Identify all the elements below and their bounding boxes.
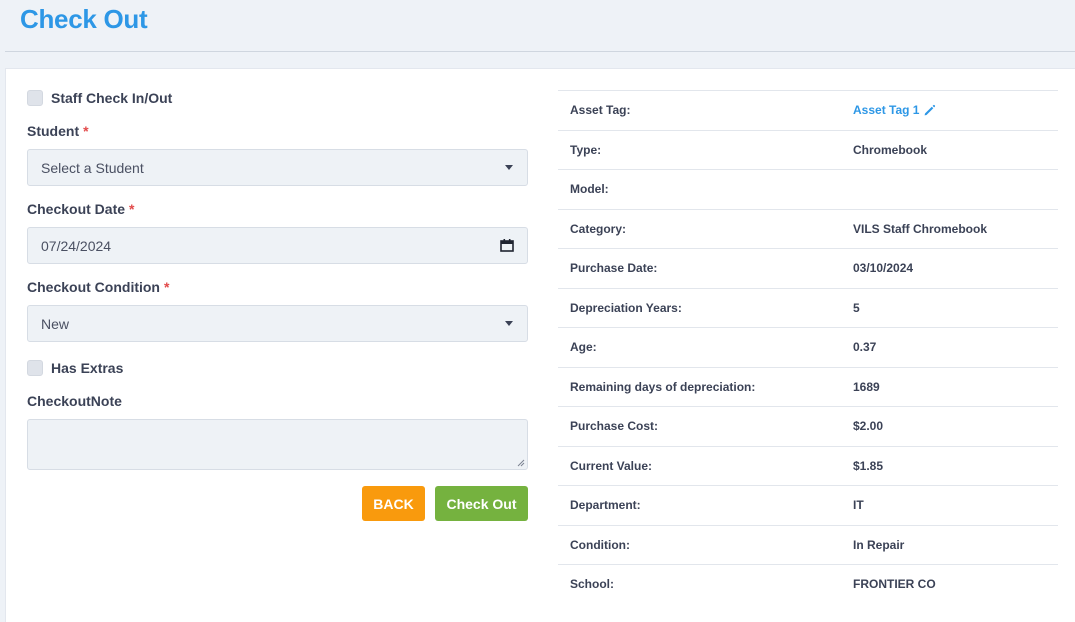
detail-value: 1689 [853, 379, 880, 394]
required-mark: * [129, 201, 135, 217]
caret-down-icon [505, 165, 513, 170]
checkout-note-textarea[interactable] [27, 419, 528, 470]
student-select-value: Select a Student [41, 159, 144, 176]
staff-checkbox-label: Staff Check In/Out [51, 90, 173, 106]
student-label-text: Student [27, 123, 80, 139]
detail-row-remaining-days: Remaining days of depreciation: 1689 [558, 366, 1058, 407]
detail-row-department: Department: IT [558, 485, 1058, 525]
required-mark: * [164, 279, 170, 295]
checkout-note-label: CheckoutNote [27, 393, 122, 409]
checkout-date-input[interactable]: 07/24/2024 [27, 227, 528, 264]
back-button[interactable]: BACK [362, 486, 425, 521]
detail-row-asset-tag: Asset Tag: Asset Tag 1 [558, 90, 1058, 130]
detail-row-type: Type: Chromebook [558, 129, 1058, 170]
detail-value: 03/10/2024 [853, 261, 914, 276]
detail-value: In Repair [853, 537, 905, 552]
detail-key: Type: [570, 142, 602, 157]
detail-key: School: [570, 577, 614, 592]
extras-checkbox[interactable] [27, 360, 43, 376]
extras-checkbox-row[interactable]: Has Extras [27, 360, 123, 376]
detail-key: Current Value: [570, 458, 653, 473]
detail-value: Chromebook [853, 142, 928, 157]
page-title: Check Out [20, 4, 148, 34]
required-mark: * [83, 123, 89, 139]
student-select[interactable]: Select a Student [27, 149, 528, 186]
detail-key: Remaining days of depreciation: [570, 379, 756, 394]
page-header: Check Out [5, 0, 1075, 52]
detail-row-condition: Condition: In Repair [558, 524, 1058, 565]
staff-checkbox[interactable] [27, 90, 43, 106]
detail-key: Purchase Cost: [570, 419, 659, 434]
detail-value: FRONTIER CO [853, 577, 936, 592]
detail-key: Depreciation Years: [570, 300, 682, 315]
extras-checkbox-label: Has Extras [51, 360, 124, 376]
detail-key: Category: [570, 221, 627, 236]
student-label: Student * [27, 123, 89, 139]
detail-value: 5 [853, 300, 860, 315]
checkout-date-label-text: Checkout Date [27, 201, 126, 217]
calendar-icon[interactable] [500, 239, 514, 252]
caret-down-icon [505, 321, 513, 326]
asset-tag-link[interactable]: Asset Tag 1 [853, 103, 936, 117]
detail-key: Condition: [570, 537, 630, 552]
detail-value: $2.00 [853, 419, 884, 434]
detail-key: Department: [570, 498, 641, 513]
detail-key: Purchase Date: [570, 261, 658, 276]
check-out-button[interactable]: Check Out [435, 486, 528, 521]
detail-value: $1.85 [853, 458, 884, 473]
checkout-condition-select[interactable]: New [27, 305, 528, 342]
detail-row-purchase-cost: Purchase Cost: $2.00 [558, 406, 1058, 446]
resize-grip-icon[interactable] [517, 459, 525, 467]
detail-row-purchase-date: Purchase Date: 03/10/2024 [558, 248, 1058, 288]
checkout-date-value: 07/24/2024 [41, 237, 112, 254]
checkout-date-label: Checkout Date * [27, 201, 134, 217]
detail-key: Age: [570, 340, 597, 355]
checkout-card: Staff Check In/Out Student * Select a Stu… [5, 68, 1075, 622]
checkout-condition-label: Checkout Condition * [27, 279, 169, 295]
checkout-condition-label-text: Checkout Condition [27, 279, 160, 295]
detail-value: VILS Staff Chromebook [853, 221, 988, 236]
staff-checkbox-row[interactable]: Staff Check In/Out [27, 90, 172, 106]
detail-row-current-value: Current Value: $1.85 [558, 445, 1058, 486]
detail-row-age: Age: 0.37 [558, 327, 1058, 367]
checkout-condition-value: New [41, 315, 70, 332]
detail-value: 0.37 [853, 340, 877, 355]
detail-row-depreciation-years: Depreciation Years: 5 [558, 287, 1058, 328]
detail-row-category: Category: VILS Staff Chromebook [558, 208, 1058, 249]
detail-key: Model: [570, 182, 609, 197]
detail-row-model: Model: [558, 169, 1058, 209]
detail-row-school: School: FRONTIER CO [558, 564, 1058, 604]
detail-key: Asset Tag: [570, 103, 631, 118]
pencil-icon[interactable] [923, 104, 936, 117]
asset-tag-value[interactable]: Asset Tag 1 [853, 103, 919, 117]
detail-value: IT [853, 498, 864, 513]
